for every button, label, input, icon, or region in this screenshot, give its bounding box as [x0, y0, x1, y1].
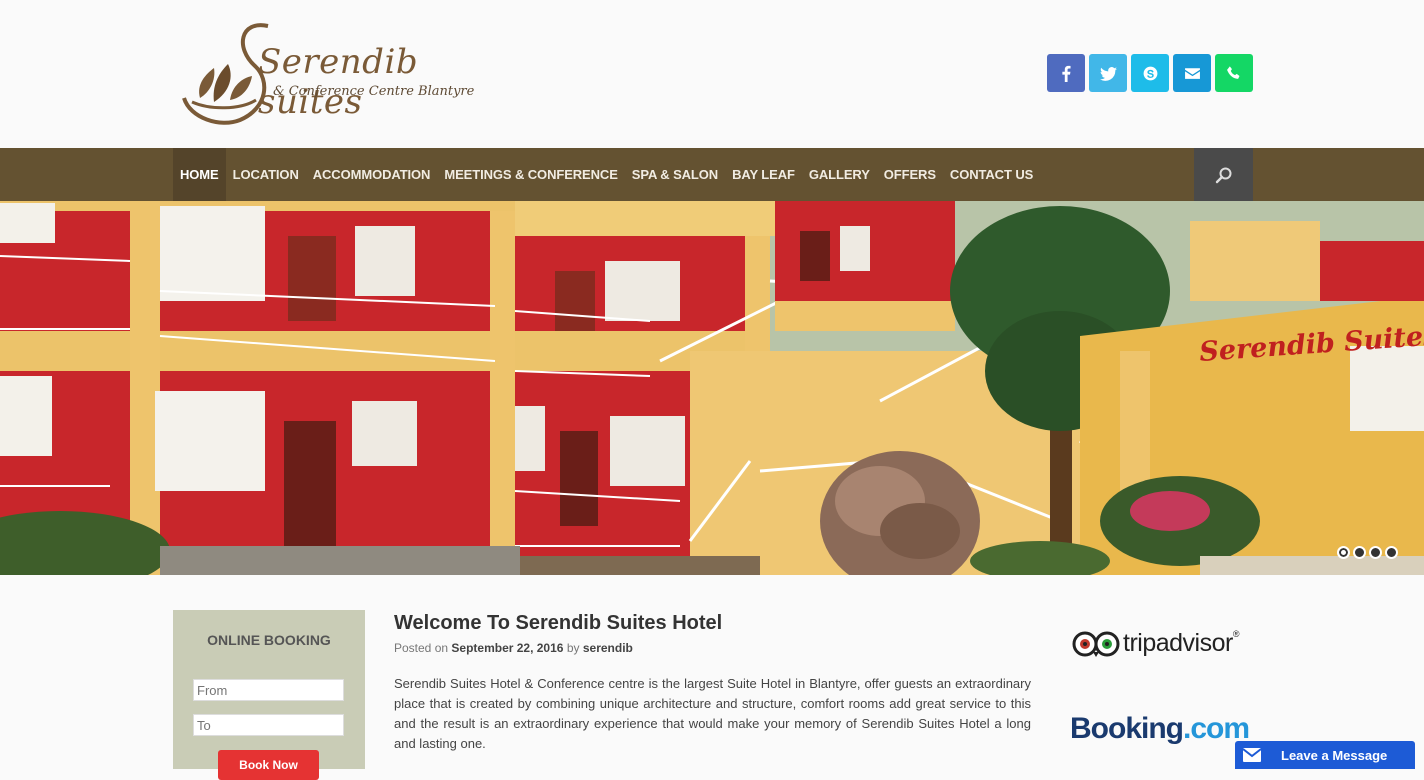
phone-icon [1226, 65, 1239, 79]
email-button[interactable] [1173, 54, 1211, 92]
post-title[interactable]: Welcome To Serendib Suites Hotel [394, 612, 1031, 635]
logo-subtitle: & Conference Centre Blantyre [273, 84, 475, 99]
search-icon [1215, 167, 1231, 183]
site-logo[interactable]: Serendib suites & Conference Centre Blan… [180, 18, 510, 128]
slider-dot-2[interactable] [1353, 546, 1366, 559]
nav-item-location[interactable]: LOCATION [226, 148, 306, 201]
leave-message-button[interactable]: Leave a Message [1235, 741, 1415, 769]
search-button[interactable] [1194, 148, 1253, 201]
logo-title: Serendib suites [258, 42, 419, 122]
online-booking-widget: ONLINE BOOKING Book Now [173, 610, 365, 780]
envelope-icon [1235, 741, 1269, 769]
social-links [1047, 54, 1253, 92]
posted-on-label: Posted on [394, 641, 449, 655]
slider-dot-3[interactable] [1369, 546, 1382, 559]
from-date-input[interactable] [193, 679, 344, 701]
nav-item-offers[interactable]: OFFERS [877, 148, 943, 201]
hotel-building-image: Serendib Suites [0, 201, 1424, 575]
nav-item-home[interactable]: HOME [173, 148, 226, 201]
post-body: Serendib Suites Hotel & Conference centr… [394, 676, 1031, 751]
nav-item-meetings-conference[interactable]: MEETINGS & CONFERENCE [437, 148, 624, 201]
tripadvisor-text: tripadvisor® [1123, 628, 1239, 657]
chat-label: Leave a Message [1281, 747, 1388, 763]
skype-icon [1143, 66, 1157, 80]
to-date-input[interactable] [193, 714, 344, 736]
slider-dot-1[interactable] [1337, 546, 1350, 559]
twitter-button[interactable] [1089, 54, 1127, 92]
main-nav: HOME LOCATION ACCOMMODATION MEETINGS & C… [0, 148, 1424, 201]
site-header: Serendib suites & Conference Centre Blan… [0, 0, 1424, 148]
booking-com-text: Booking [1070, 712, 1184, 745]
slider-dot-4[interactable] [1385, 546, 1398, 559]
post-meta: Posted on September 22, 2016 by serendib [394, 641, 1031, 655]
booking-title: ONLINE BOOKING [207, 632, 331, 648]
nav-item-spa-salon[interactable]: SPA & SALON [625, 148, 725, 201]
booking-com-badge[interactable]: Booking.com [1070, 712, 1250, 746]
post-date[interactable]: September 22, 2016 [451, 641, 563, 655]
hero-slider[interactable]: Serendib Suites [0, 201, 1424, 575]
twitter-icon [1099, 66, 1117, 81]
skype-button[interactable] [1131, 54, 1169, 92]
post-author[interactable]: serendib [583, 641, 633, 655]
welcome-post: Welcome To Serendib Suites Hotel Posted … [394, 612, 1031, 754]
email-icon [1184, 67, 1200, 79]
tripadvisor-owl-icon [1072, 631, 1120, 657]
nav-item-contact-us[interactable]: CONTACT US [943, 148, 1040, 201]
nav-item-bay-leaf[interactable]: BAY LEAF [725, 148, 802, 201]
facebook-button[interactable] [1047, 54, 1085, 92]
slider-dots [1337, 546, 1398, 559]
facebook-icon [1061, 65, 1071, 82]
tripadvisor-badge[interactable]: tripadvisor® [1072, 626, 1247, 660]
by-label: by [566, 641, 580, 655]
nav-item-accommodation[interactable]: ACCOMMODATION [306, 148, 438, 201]
book-now-button[interactable]: Book Now [218, 750, 319, 780]
nav-item-gallery[interactable]: GALLERY [802, 148, 877, 201]
phone-button[interactable] [1215, 54, 1253, 92]
